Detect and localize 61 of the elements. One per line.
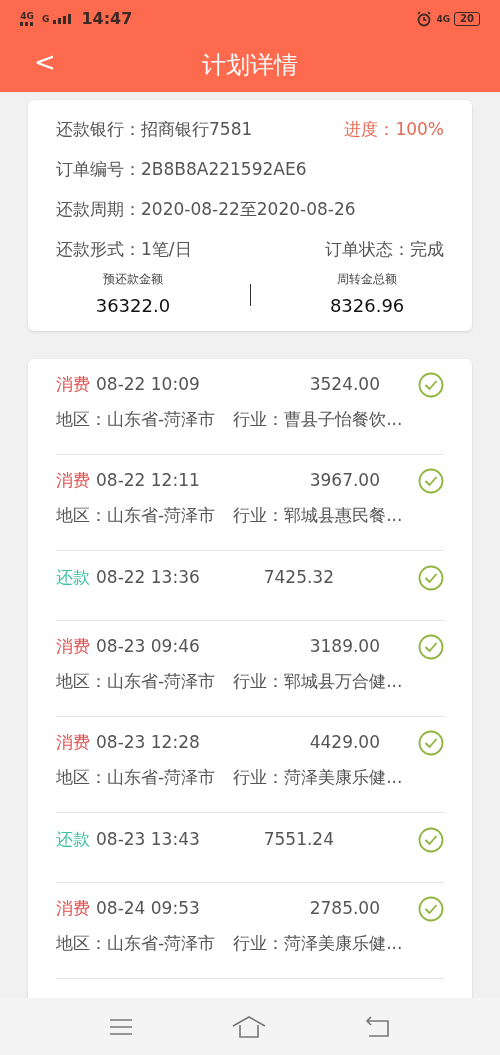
bank-text: 还款银行：招商银行7581 bbox=[56, 118, 253, 142]
order-status-text: 订单状态：完成 bbox=[325, 238, 444, 262]
transaction-amount: 7425.32 bbox=[262, 566, 334, 590]
check-circle-icon bbox=[418, 896, 444, 922]
network-label: G bbox=[42, 15, 50, 24]
transaction-amount: 4429.00 bbox=[308, 731, 380, 755]
back-button[interactable]: < bbox=[30, 46, 60, 80]
transaction-time: 08-23 09:46 bbox=[96, 635, 200, 659]
region-text: 地区：山东省-菏泽市 bbox=[56, 932, 216, 955]
page-title: 计划详情 bbox=[202, 50, 298, 81]
total-label: 周转金总额 bbox=[337, 271, 398, 288]
transaction-time: 08-23 13:43 bbox=[96, 828, 200, 852]
transaction-type: 还款 bbox=[56, 566, 90, 590]
region-text: 地区：山东省-菏泽市 bbox=[56, 670, 216, 693]
transaction-type: 消费 bbox=[56, 897, 90, 921]
transaction-amount: 3189.00 bbox=[308, 635, 380, 659]
industry-text: 行业：郓城县惠民餐... bbox=[233, 504, 403, 527]
back-nav-button[interactable] bbox=[364, 1015, 391, 1038]
mode-text: 还款形式：1笔/日 bbox=[56, 238, 192, 262]
transaction-time: 08-23 12:28 bbox=[96, 731, 200, 755]
check-circle-icon bbox=[418, 634, 444, 660]
signal-icon bbox=[20, 21, 34, 26]
check-circle-icon bbox=[418, 565, 444, 591]
check-circle-icon bbox=[418, 730, 444, 756]
progress-text: 进度：100% bbox=[344, 118, 444, 142]
industry-text: 行业：曹县子怡餐饮... bbox=[233, 408, 403, 431]
total-label: 预还款金额 bbox=[102, 271, 163, 288]
transaction-type: 还款 bbox=[56, 828, 90, 852]
region-text: 地区：山东省-菏泽市 bbox=[56, 408, 216, 431]
transaction-type: 消费 bbox=[56, 635, 90, 659]
home-button[interactable] bbox=[232, 1014, 266, 1039]
network-label: 4G bbox=[436, 14, 451, 24]
signal-icon bbox=[53, 14, 74, 24]
transaction-time: 08-22 10:09 bbox=[96, 373, 200, 397]
transaction-time: 08-22 12:11 bbox=[96, 469, 200, 493]
transaction-amount: 2785.00 bbox=[308, 897, 380, 921]
region-text: 地区：山东省-菏泽市 bbox=[56, 504, 216, 527]
total-value: 8326.96 bbox=[329, 294, 405, 318]
transaction-amount: 3967.00 bbox=[308, 469, 380, 493]
battery-indicator: 20 bbox=[454, 12, 480, 26]
transaction-type: 消费 bbox=[56, 469, 90, 493]
alarm-icon bbox=[416, 11, 433, 27]
industry-text: 行业：菏泽美康乐健... bbox=[233, 766, 403, 789]
transaction-type: 消费 bbox=[56, 373, 90, 397]
total-value: 36322.0 bbox=[95, 294, 171, 318]
region-text: 地区：山东省-菏泽市 bbox=[56, 766, 216, 789]
check-circle-icon bbox=[418, 827, 444, 853]
menu-button[interactable] bbox=[109, 1017, 134, 1036]
check-circle-icon bbox=[418, 468, 444, 494]
period-text: 还款周期：2020-08-22至2020-08-26 bbox=[56, 198, 356, 222]
industry-text: 行业：菏泽美康乐健... bbox=[233, 932, 403, 955]
transaction-time: 08-22 13:36 bbox=[96, 566, 200, 590]
clock-time: 14:47 bbox=[81, 8, 133, 30]
industry-text: 行业：郓城县万合健... bbox=[233, 670, 403, 693]
check-circle-icon bbox=[418, 372, 444, 398]
transaction-time: 08-24 09:53 bbox=[96, 897, 200, 921]
order-number-text: 订单编号：2B8B8A221592AE6 bbox=[56, 158, 307, 182]
transaction-amount: 7551.24 bbox=[262, 828, 334, 852]
network-label: 4G bbox=[20, 12, 34, 21]
transaction-amount: 3524.00 bbox=[308, 373, 380, 397]
transaction-type: 消费 bbox=[56, 731, 90, 755]
